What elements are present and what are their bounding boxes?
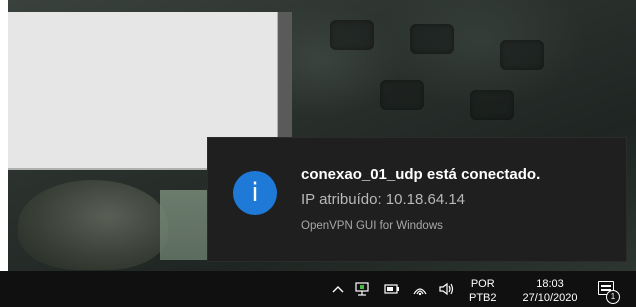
keyboard-key [330, 20, 374, 50]
chevron-up-icon[interactable] [332, 285, 344, 293]
notification-attribution: OpenVPN GUI for Windows [301, 220, 443, 232]
clock[interactable]: 18:03 27/10/2020 [520, 277, 580, 305]
notification-title: conexao_01_udp está conectado. [301, 166, 541, 183]
info-glyph: i [251, 178, 259, 208]
battery-icon[interactable] [384, 281, 402, 297]
vpn-notification-toast[interactable]: i conexao_01_udp está conectado. IP atri… [207, 137, 627, 262]
info-icon: i [233, 171, 277, 215]
keyboard-layout: PTB2 [469, 292, 497, 304]
keyboard-key [410, 24, 454, 54]
keyboard-key [380, 80, 424, 110]
notification-body: IP atribuído: 10.18.64.14 [301, 191, 466, 208]
taskbar: POR PTB2 18:03 27/10/2020 1 [0, 271, 636, 307]
network-icon[interactable] [354, 281, 370, 297]
language-code: POR [470, 278, 495, 290]
wallpaper-object [18, 180, 168, 270]
clock-time: 18:03 [536, 278, 564, 290]
clock-date: 27/10/2020 [522, 292, 578, 304]
wifi-icon[interactable] [412, 282, 428, 296]
keyboard-key [500, 40, 544, 70]
keyboard-key [470, 90, 514, 120]
left-margin [0, 0, 8, 271]
input-language-indicator[interactable]: POR PTB2 [469, 277, 497, 305]
volume-icon[interactable] [438, 282, 456, 296]
notification-count-badge: 1 [606, 290, 620, 304]
